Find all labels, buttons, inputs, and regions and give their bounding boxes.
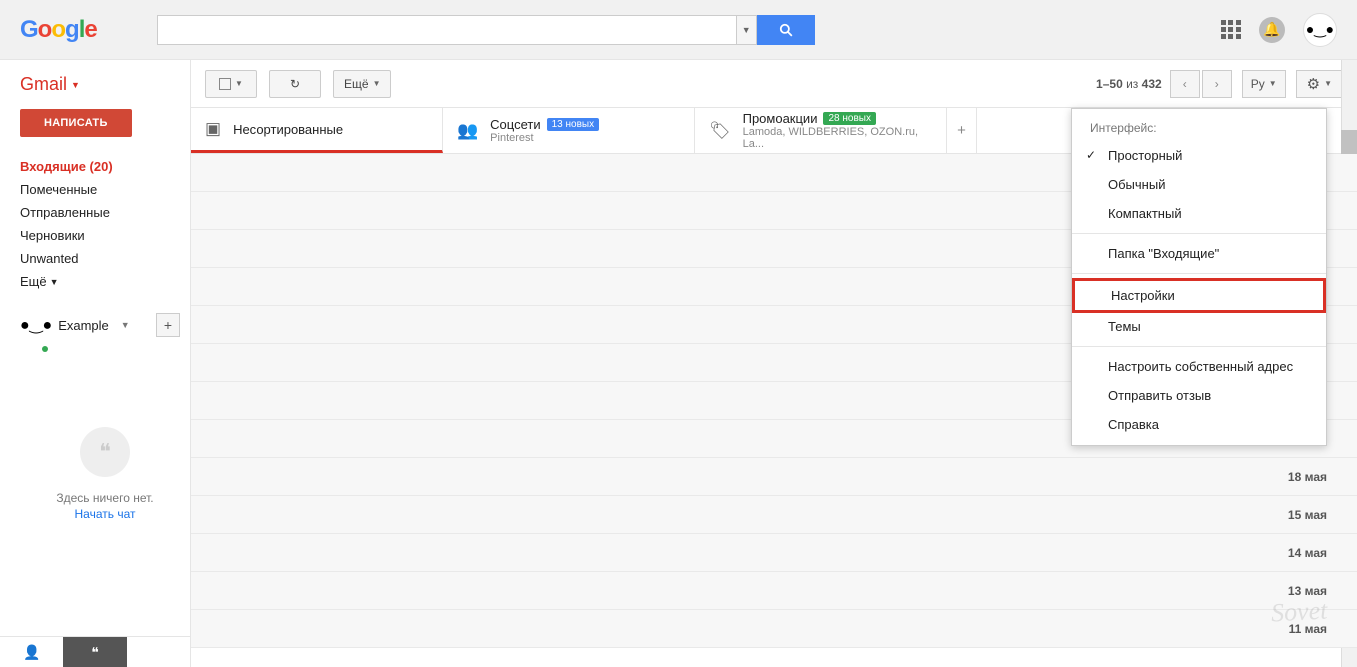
apps-icon[interactable] bbox=[1221, 20, 1241, 40]
search-button[interactable] bbox=[757, 15, 815, 45]
menu-separator bbox=[1072, 346, 1326, 347]
select-all-button[interactable]: ▼ bbox=[205, 70, 257, 98]
nav-more-label: Ещё bbox=[20, 274, 47, 289]
header: Google ▼ 🔔 ●‿● bbox=[0, 0, 1357, 60]
menu-compact[interactable]: Компактный bbox=[1072, 199, 1326, 228]
search-icon bbox=[779, 23, 793, 37]
tab-social-label: Соцсети bbox=[490, 117, 540, 132]
presence-dot-icon bbox=[42, 346, 48, 352]
nav-inbox[interactable]: Входящие (20) bbox=[20, 155, 190, 178]
nav-drafts[interactable]: Черновики bbox=[20, 224, 190, 247]
menu-normal[interactable]: Обычный bbox=[1072, 170, 1326, 199]
lang-label: Ру bbox=[1251, 77, 1265, 91]
nav-more[interactable]: Ещё ▼ bbox=[20, 270, 190, 293]
chevron-down-icon: ▼ bbox=[71, 80, 80, 90]
email-row[interactable]: 15 мая bbox=[191, 496, 1357, 534]
menu-custom-address[interactable]: Настроить собственный адрес bbox=[1072, 352, 1326, 381]
chevron-down-icon: ▼ bbox=[1269, 79, 1277, 88]
refresh-button[interactable]: ↻ bbox=[269, 70, 321, 98]
main: Gmail ▼ НАПИСАТЬ Входящие (20) Помеченны… bbox=[0, 60, 1357, 667]
tag-icon: 🏷 bbox=[709, 121, 731, 141]
tab-social-badge: 13 новых bbox=[547, 118, 600, 131]
tab-social[interactable]: 👥 Соцсети 13 новых Pinterest bbox=[443, 108, 695, 153]
search-input[interactable] bbox=[157, 15, 737, 45]
tab-primary[interactable]: ▣ Несортированные bbox=[191, 108, 443, 153]
gmail-text: Gmail bbox=[20, 74, 67, 95]
menu-separator bbox=[1072, 273, 1326, 274]
gear-icon: ⚙ bbox=[1307, 75, 1320, 93]
chat-name[interactable]: Example bbox=[58, 318, 109, 333]
settings-menu: Интерфейс: Просторный Обычный Компактный… bbox=[1071, 108, 1327, 446]
menu-settings[interactable]: Настройки bbox=[1072, 278, 1326, 313]
chevron-down-icon: ▼ bbox=[50, 277, 59, 287]
email-row[interactable]: 18 мая bbox=[191, 458, 1357, 496]
row-date: 18 мая bbox=[1288, 470, 1327, 484]
menu-header: Интерфейс: bbox=[1072, 115, 1326, 141]
more-button[interactable]: Ещё ▼ bbox=[333, 70, 391, 98]
nav-unwanted[interactable]: Unwanted bbox=[20, 247, 190, 270]
nav-starred[interactable]: Помеченные bbox=[20, 178, 190, 201]
hangouts-tab[interactable]: ❝ bbox=[63, 637, 126, 667]
menu-inbox-folder[interactable]: Папка "Входящие" bbox=[1072, 239, 1326, 268]
pagination: 1–50 из 432 ‹ › Ру ▼ ⚙ ▼ bbox=[1096, 70, 1343, 98]
row-date: 14 мая bbox=[1288, 546, 1327, 560]
sidebar: Gmail ▼ НАПИСАТЬ Входящие (20) Помеченны… bbox=[0, 60, 190, 667]
menu-themes[interactable]: Темы bbox=[1072, 312, 1326, 341]
tab-promo-label: Промоакции bbox=[743, 111, 818, 126]
notifications-icon[interactable]: 🔔 bbox=[1259, 17, 1285, 43]
sidebar-footer: 👤 ❝ bbox=[0, 636, 190, 667]
toolbar: ▼ ↻ Ещё ▼ 1–50 из 432 ‹ › Ру ▼ bbox=[191, 60, 1357, 108]
more-label: Ещё bbox=[344, 77, 369, 91]
menu-separator bbox=[1072, 233, 1326, 234]
phone-tab[interactable] bbox=[127, 637, 190, 667]
tab-primary-label: Несортированные bbox=[233, 122, 343, 137]
row-date: 15 мая bbox=[1288, 508, 1327, 522]
presence-icon: ●‿● bbox=[20, 315, 52, 335]
chat-section: ●‿● Example ▼ + bbox=[20, 313, 190, 337]
search-dropdown[interactable]: ▼ bbox=[737, 15, 757, 45]
menu-feedback[interactable]: Отправить отзыв bbox=[1072, 381, 1326, 410]
nav-sent[interactable]: Отправленные bbox=[20, 201, 190, 224]
tab-promotions[interactable]: 🏷 Промоакции 28 новых Lamoda, WILDBERRIE… bbox=[695, 108, 947, 153]
gmail-label[interactable]: Gmail ▼ bbox=[20, 74, 190, 95]
email-row[interactable]: 13 мая bbox=[191, 572, 1357, 610]
refresh-icon: ↻ bbox=[290, 77, 300, 91]
chevron-down-icon: ▼ bbox=[1324, 79, 1332, 88]
compose-button[interactable]: НАПИСАТЬ bbox=[20, 109, 132, 137]
start-chat-link[interactable]: Начать чат bbox=[20, 507, 190, 521]
add-tab-button[interactable]: + bbox=[947, 108, 977, 153]
menu-help[interactable]: Справка bbox=[1072, 410, 1326, 439]
header-right: 🔔 ●‿● bbox=[1221, 13, 1337, 47]
content: ▼ ↻ Ещё ▼ 1–50 из 432 ‹ › Ру ▼ bbox=[190, 60, 1357, 667]
prev-page-button[interactable]: ‹ bbox=[1170, 70, 1200, 98]
watermark: Sovet bbox=[1270, 596, 1328, 629]
google-logo[interactable]: Google bbox=[20, 16, 97, 44]
chevron-down-icon: ▼ bbox=[373, 79, 381, 88]
next-page-button[interactable]: › bbox=[1202, 70, 1232, 98]
contacts-tab[interactable]: 👤 bbox=[0, 637, 63, 667]
search-wrap: ▼ bbox=[157, 15, 815, 45]
email-row[interactable]: 14 мая bbox=[191, 534, 1357, 572]
hangout-empty: ❝ Здесь ничего нет. Начать чат bbox=[20, 427, 190, 521]
tab-social-sub: Pinterest bbox=[490, 132, 599, 144]
email-row[interactable]: 11 мая bbox=[191, 610, 1357, 648]
hangout-empty-text: Здесь ничего нет. bbox=[20, 491, 190, 505]
page-text: 1–50 из 432 bbox=[1096, 77, 1162, 91]
chevron-down-icon: ▼ bbox=[235, 79, 243, 88]
people-icon: 👥 bbox=[457, 121, 478, 141]
menu-spacious[interactable]: Просторный bbox=[1072, 141, 1326, 170]
settings-gear-button[interactable]: ⚙ ▼ bbox=[1296, 70, 1343, 98]
tab-promo-sub: Lamoda, WILDBERRIES, OZON.ru, La... bbox=[743, 126, 932, 150]
inbox-icon: ▣ bbox=[205, 119, 221, 139]
checkbox-icon bbox=[219, 78, 231, 90]
input-lang-button[interactable]: Ру ▼ bbox=[1242, 70, 1286, 98]
chevron-down-icon[interactable]: ▼ bbox=[121, 320, 130, 330]
add-chat-button[interactable]: + bbox=[156, 313, 180, 337]
avatar[interactable]: ●‿● bbox=[1303, 13, 1337, 47]
tab-promo-badge: 28 новых bbox=[823, 112, 876, 125]
hangout-icon: ❝ bbox=[80, 427, 130, 477]
